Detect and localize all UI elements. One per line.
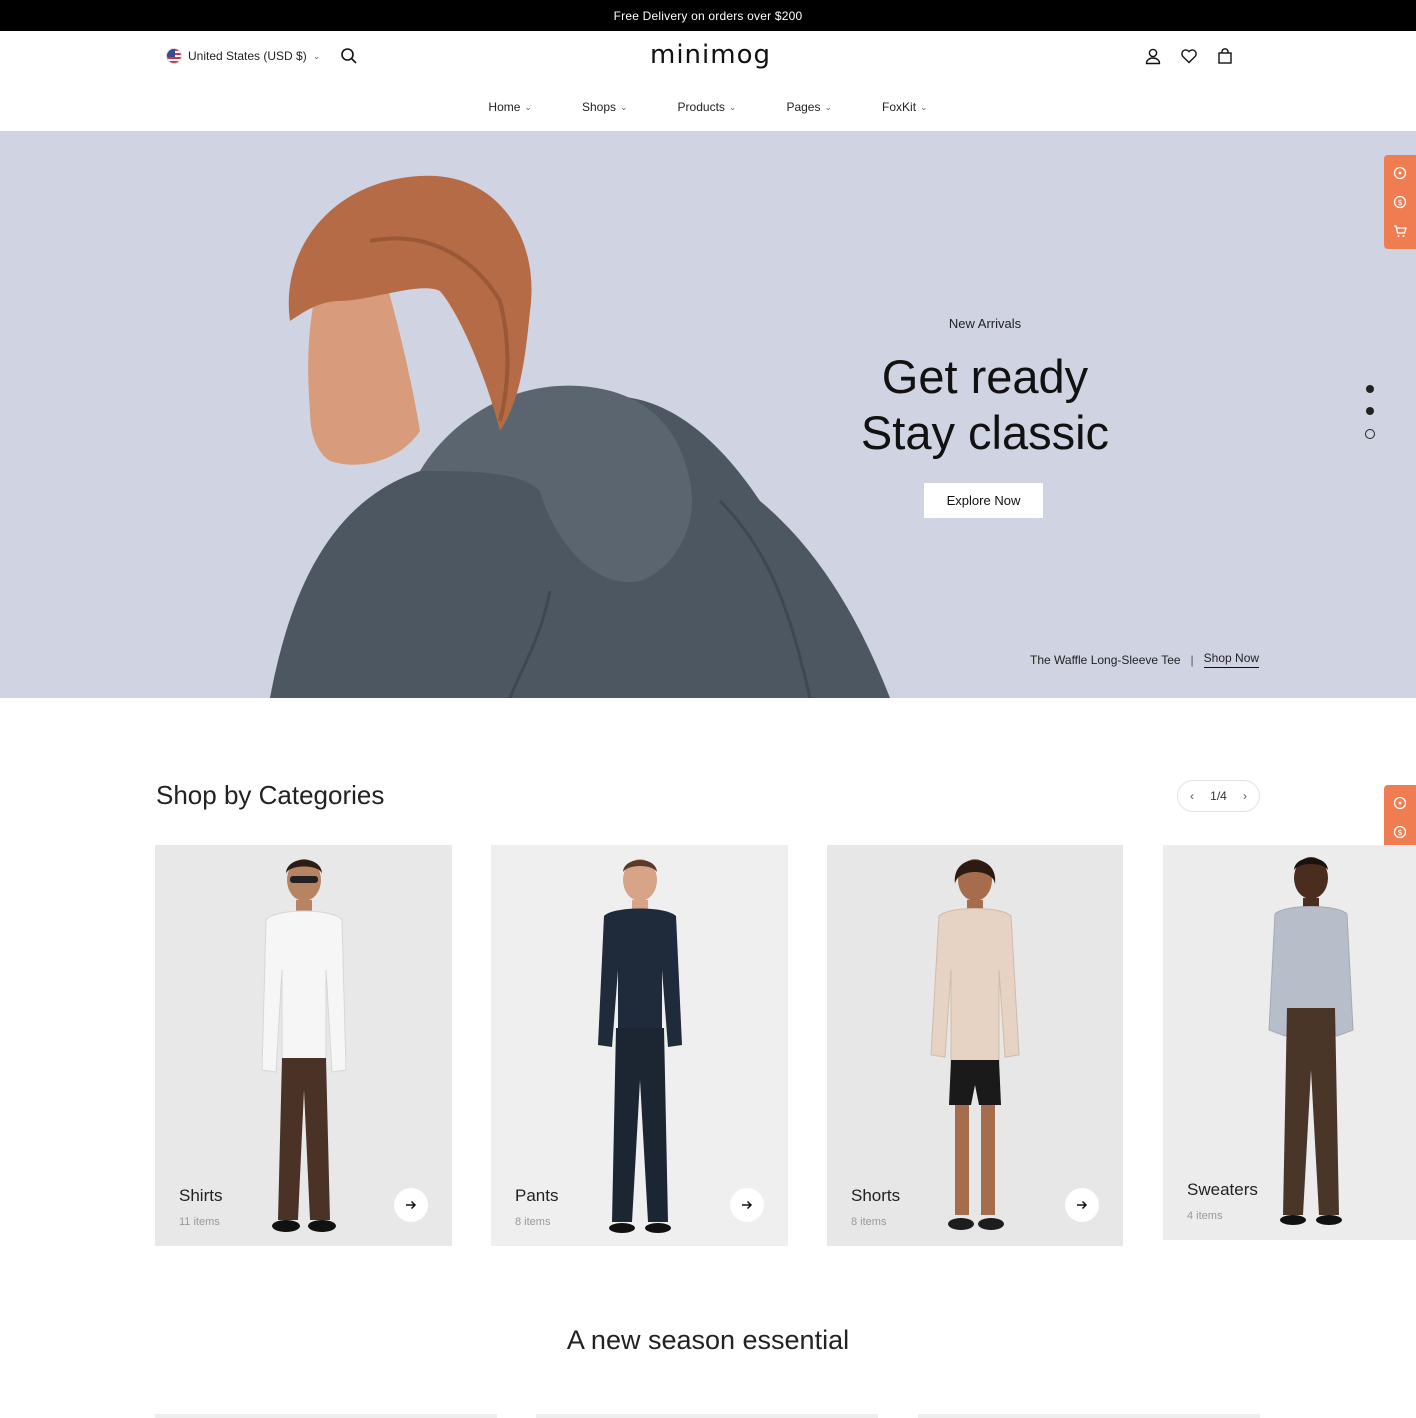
shop-now-link[interactable]: Shop Now (1203, 651, 1260, 668)
chevron-down-icon: ⌄ (920, 101, 928, 112)
slider-dot-3-active[interactable] (1365, 429, 1375, 439)
slider-dots (1365, 385, 1375, 439)
chevron-right-icon[interactable]: › (1243, 789, 1247, 803)
category-count: 8 items (851, 1216, 887, 1228)
category-name: Pants (515, 1186, 559, 1205)
nav-label: Products (677, 100, 725, 114)
arrow-right-icon[interactable] (730, 1188, 764, 1222)
categories-title: Shop by Categories (156, 780, 385, 810)
nav-item-foxkit[interactable]: FoxKit ⌄ (882, 95, 928, 119)
svg-text:$: $ (1397, 828, 1402, 837)
category-model-image (1268, 857, 1354, 1225)
category-count: 11 items (179, 1216, 220, 1228)
categories-pager: ‹ 1/4 › (1177, 780, 1260, 812)
product-card-peek (918, 1414, 1260, 1418)
chevron-left-icon[interactable]: ‹ (1190, 789, 1194, 803)
product-card-peek (155, 1414, 497, 1418)
arrow-right-icon[interactable] (1065, 1188, 1099, 1222)
chevron-down-icon: ⌄ (620, 101, 628, 112)
category-name: Shorts (851, 1186, 901, 1205)
locale-selector[interactable]: United States (USD $) ⌄ (166, 48, 320, 64)
hero-slider: New Arrivals Get ready Stay classic Expl… (0, 131, 1416, 698)
chevron-down-icon: ⌄ (312, 50, 321, 61)
chevron-down-icon: ⌄ (824, 101, 833, 112)
slider-dot-1[interactable] (1366, 385, 1374, 393)
heart-icon[interactable] (1180, 47, 1198, 65)
pager-status: 1/4 (1210, 789, 1227, 803)
category-name: Shirts (179, 1186, 223, 1205)
explore-now-button[interactable]: Explore Now (924, 483, 1043, 518)
hero-product-name: The Waffle Long-Sleeve Tee (1030, 652, 1181, 667)
season-title: A new season essential (566, 1325, 850, 1355)
nav-label: Home (488, 100, 521, 114)
category-count: 8 items (515, 1216, 551, 1228)
header: United States (USD $) ⌄ minimog (0, 31, 1416, 81)
category-card-sweaters[interactable]: Sweaters 4 items (1163, 845, 1416, 1240)
us-flag-icon (166, 48, 182, 64)
dollar-icon[interactable]: $ (1393, 825, 1407, 839)
cart-icon[interactable] (1393, 224, 1407, 238)
product-card-peek (536, 1414, 878, 1418)
chevron-down-icon: ⌄ (524, 101, 532, 112)
hero-eyebrow: New Arrivals (948, 316, 1022, 331)
chevron-down-icon: ⌄ (728, 101, 737, 112)
bag-icon[interactable] (1216, 47, 1234, 65)
palette-icon[interactable] (1393, 166, 1407, 180)
category-model-image (930, 859, 1020, 1230)
search-icon[interactable] (340, 47, 358, 65)
category-name: Sweaters (1187, 1180, 1258, 1199)
logo[interactable]: minimog (650, 40, 771, 70)
category-card-shorts[interactable]: Shorts 8 items (827, 845, 1123, 1246)
nav-label: Pages (786, 100, 821, 114)
category-count: 4 items (1187, 1210, 1223, 1222)
main-nav: Home ⌄ Shops ⌄ Products ⌄ Pages ⌄ FoxKit ⌄ (0, 95, 1416, 119)
hero-callout-divider: | (1190, 652, 1194, 667)
user-icon[interactable] (1144, 47, 1162, 65)
announcement-bar: Free Delivery on orders over $200 (0, 0, 1416, 31)
category-card-shirts[interactable]: Shirts 11 items (155, 845, 452, 1246)
nav-label: FoxKit (882, 100, 917, 114)
header-actions (1144, 47, 1234, 65)
palette-icon[interactable] (1393, 796, 1407, 810)
hero-headline: Get ready Stay classic (850, 349, 1120, 461)
arrow-right-icon[interactable] (394, 1188, 428, 1222)
nav-item-pages[interactable]: Pages ⌄ (786, 95, 832, 119)
category-model-image (260, 859, 347, 1232)
hero-headline-line-2: Stay classic (860, 406, 1110, 459)
svg-text:$: $ (1397, 198, 1402, 207)
category-model-image (597, 859, 682, 1233)
hero-headline-line-1: Get ready (881, 350, 1089, 403)
hero-product-callout: The Waffle Long-Sleeve Tee | Shop Now (1030, 651, 1260, 668)
slider-dot-2[interactable] (1366, 407, 1374, 415)
locale-label: United States (USD $) (188, 49, 307, 63)
announcement-text: Free Delivery on orders over $200 (613, 8, 803, 23)
dollar-icon[interactable]: $ (1393, 195, 1407, 209)
sticky-toolbar-top: $ (1384, 155, 1416, 249)
nav-item-shops[interactable]: Shops ⌄ (582, 95, 628, 119)
nav-item-products[interactable]: Products ⌄ (678, 95, 737, 119)
nav-item-home[interactable]: Home ⌄ (488, 95, 532, 119)
hero-model-image (270, 175, 890, 698)
nav-label: Shops (581, 100, 616, 114)
category-card-pants[interactable]: Pants 8 items (491, 845, 788, 1246)
